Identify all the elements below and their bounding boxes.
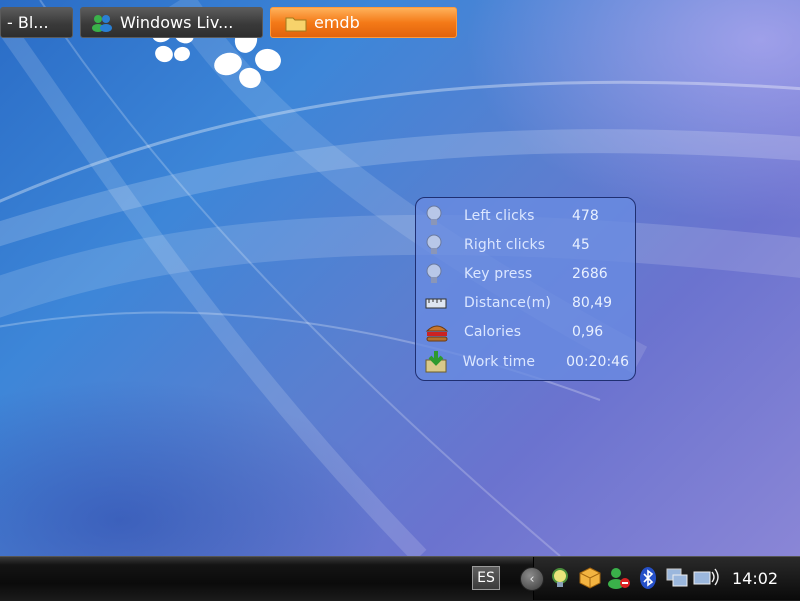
stat-row-right-clicks: Right clicks 45 xyxy=(422,230,629,259)
taskbar-clock[interactable]: 14:02 xyxy=(732,569,778,588)
stat-row-key-press: Key press 2686 xyxy=(422,259,629,288)
network-computer-icon[interactable] xyxy=(664,566,690,594)
stat-label: Key press xyxy=(464,265,533,282)
user-status-icon[interactable] xyxy=(606,566,632,594)
mouse-bulb-icon xyxy=(424,204,454,228)
desktop-wallpaper-swooshes xyxy=(0,0,800,556)
stat-label: Work time xyxy=(462,353,536,370)
ruler-icon xyxy=(424,291,454,315)
task-label: Windows Liv... xyxy=(120,13,234,32)
desktop xyxy=(0,0,800,556)
package-icon[interactable] xyxy=(578,566,602,594)
stat-row-calories: Calories 0,96 xyxy=(422,318,629,347)
stat-value: 45 xyxy=(572,236,590,253)
stat-row-distance: Distance(m) 80,49 xyxy=(422,289,629,318)
taskbar-button-blog-window[interactable]: - Bl... xyxy=(0,7,73,38)
download-box-icon xyxy=(424,350,453,374)
stat-value: 00:20:46 xyxy=(566,353,629,370)
stat-row-work-time: Work time 00:20:46 xyxy=(422,347,629,376)
wireless-icon[interactable] xyxy=(692,566,720,594)
bluetooth-icon[interactable] xyxy=(638,566,658,594)
bulb-icon[interactable] xyxy=(548,566,572,594)
taskbar-button-emdb[interactable]: emdb xyxy=(270,7,457,38)
task-label: emdb xyxy=(314,13,360,32)
mouse-bulb-icon xyxy=(424,233,454,257)
stat-label: Left clicks xyxy=(464,207,535,224)
folder-icon xyxy=(284,13,308,33)
stat-label: Distance(m) xyxy=(464,295,551,312)
stat-value: 478 xyxy=(572,207,599,224)
burger-icon xyxy=(424,320,454,344)
stat-value: 2686 xyxy=(572,265,608,282)
task-label: - Bl... xyxy=(7,13,49,32)
activity-stats-widget[interactable]: Left clicks 478 Right clicks 45 Key pres… xyxy=(415,197,636,381)
expand-chevron-icon[interactable]: ‹ xyxy=(520,567,544,591)
stat-value: 80,49 xyxy=(572,295,613,312)
stat-row-left-clicks: Left clicks 478 xyxy=(422,201,629,230)
language-indicator[interactable]: ES xyxy=(472,566,500,590)
messenger-icon xyxy=(90,13,114,33)
stat-value: 0,96 xyxy=(572,324,604,341)
key-bulb-icon xyxy=(424,262,454,286)
stat-label: Right clicks xyxy=(464,236,546,253)
taskbar-button-windows-live[interactable]: Windows Liv... xyxy=(80,7,263,38)
stat-label: Calories xyxy=(464,324,522,341)
